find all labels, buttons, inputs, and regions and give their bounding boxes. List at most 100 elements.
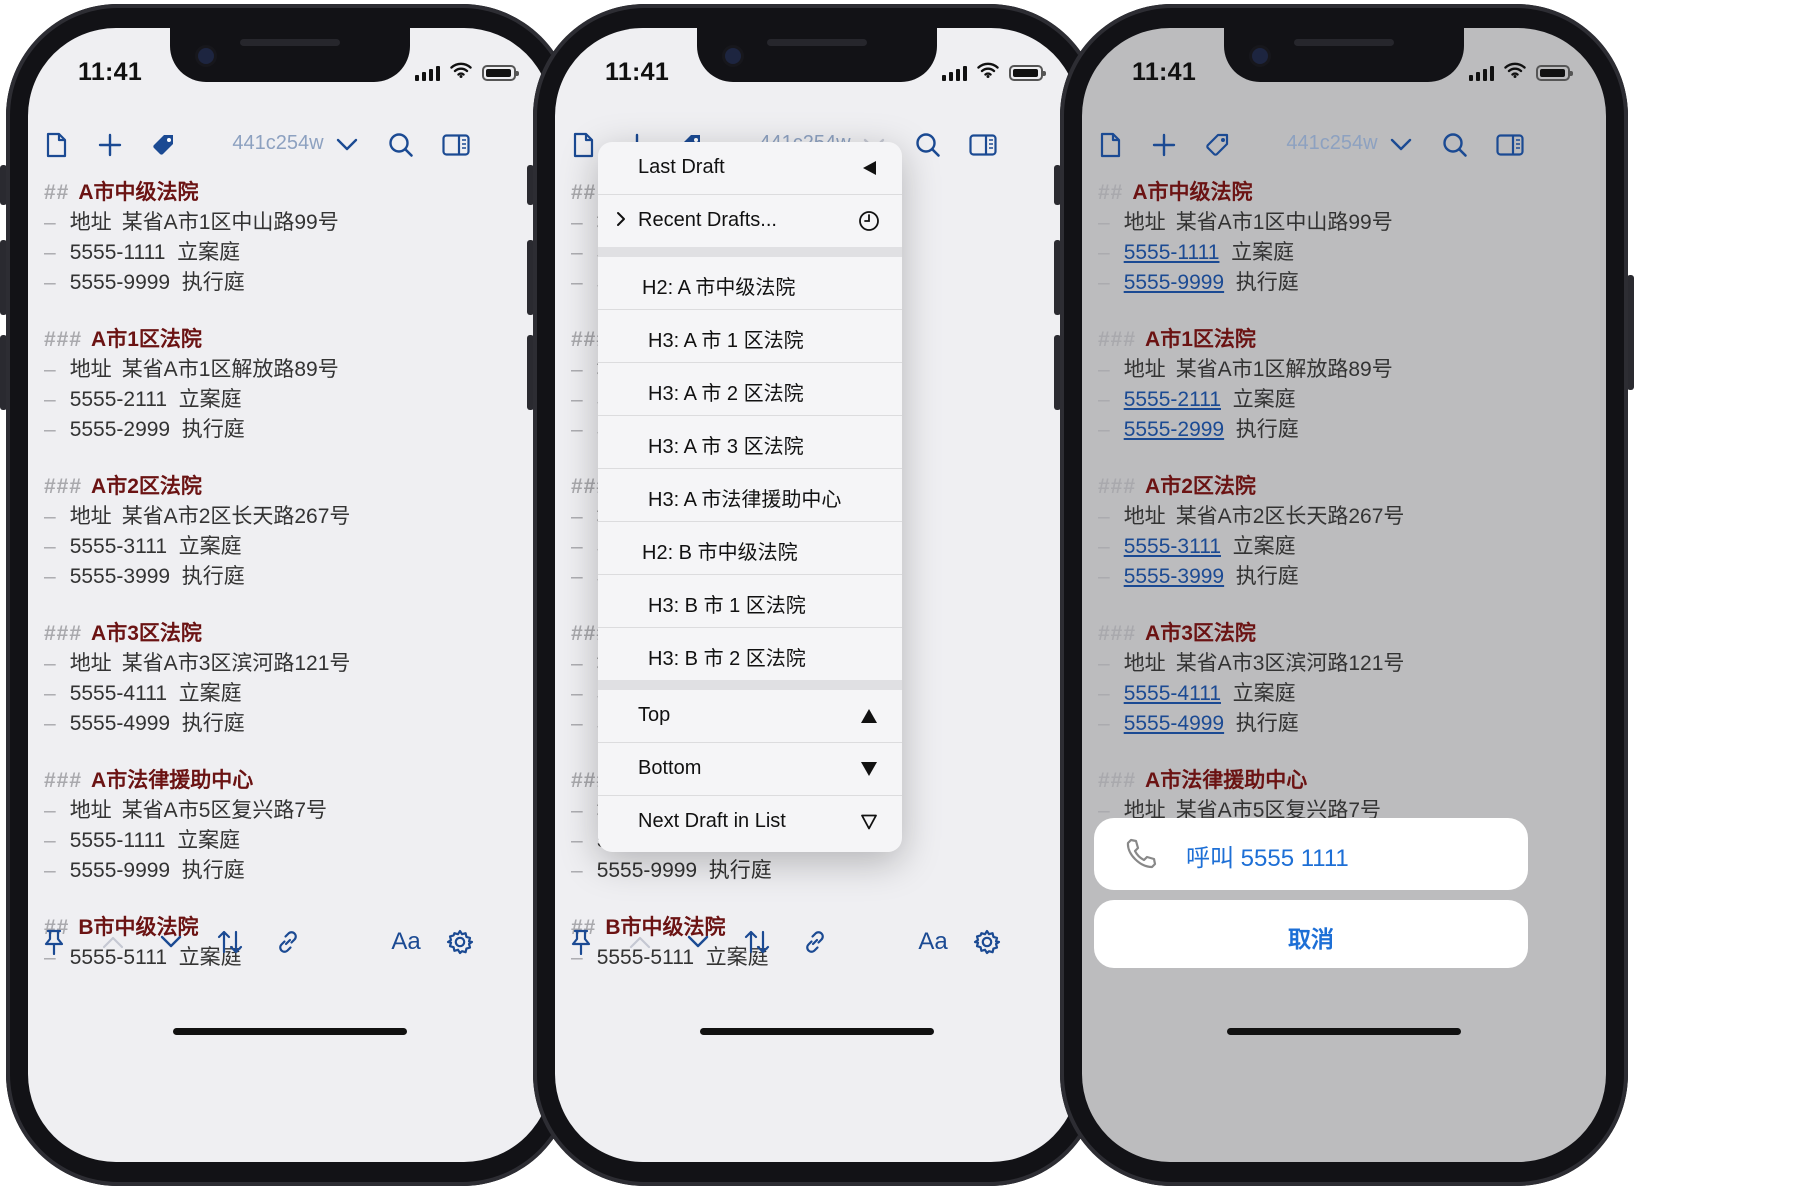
list-bullet: – — [571, 241, 583, 264]
list-bullet: – — [1098, 241, 1110, 264]
font-label: Aa — [918, 928, 948, 955]
menu-item-label: Top — [638, 704, 671, 726]
wifi-icon — [977, 62, 999, 83]
search-button[interactable] — [381, 124, 421, 166]
link-icon — [279, 931, 297, 953]
scroll-down-button[interactable] — [676, 920, 720, 964]
phone-number[interactable]: 5555-4111 — [1124, 682, 1221, 705]
list-bullet: – — [44, 712, 56, 735]
document-icon — [46, 132, 67, 158]
cancel-button[interactable]: 取消 — [1094, 900, 1528, 968]
scroll-up-button[interactable] — [91, 920, 135, 964]
gear-icon — [446, 929, 474, 955]
phone-desc: 执行庭 — [708, 859, 772, 882]
menu-item[interactable]: H3: A 市 3 区法院 — [598, 416, 902, 469]
list-bullet: – — [571, 652, 583, 675]
tag-button[interactable] — [144, 124, 184, 166]
triangle-left-icon — [858, 156, 880, 180]
document-button[interactable] — [1090, 124, 1130, 166]
sidebar-button[interactable] — [1490, 124, 1530, 166]
list-item: –地址某省A市3区滨河路121号 — [1082, 649, 1606, 679]
link-button[interactable] — [266, 920, 310, 964]
menu-item[interactable]: Recent Drafts... — [598, 195, 902, 247]
sidebar-icon — [969, 134, 997, 156]
phone-desc: 执行庭 — [1235, 565, 1299, 588]
settings-button[interactable] — [438, 920, 482, 964]
font-settings-button[interactable]: Aa — [907, 920, 959, 964]
battery-icon — [1009, 64, 1046, 81]
chevron-down-icon — [687, 935, 709, 948]
new-draft-button[interactable] — [90, 124, 130, 166]
menu-item[interactable]: Next Draft in List — [598, 796, 902, 848]
document-button[interactable] — [563, 124, 603, 166]
bottom-toolbar: Aa — [28, 920, 552, 964]
sort-button[interactable] — [208, 920, 252, 964]
phone-number[interactable]: 5555-9999 — [1124, 271, 1224, 294]
phone-number[interactable]: 5555-2111 — [1124, 388, 1221, 411]
sidebar-button[interactable] — [436, 124, 476, 166]
list-bullet: – — [1098, 712, 1110, 735]
heading-text: A市中级法院 — [1132, 181, 1253, 204]
address-label: 地址 — [69, 358, 112, 381]
new-draft-button[interactable] — [1144, 124, 1184, 166]
document-button[interactable] — [36, 124, 76, 166]
settings-button[interactable] — [965, 920, 1009, 964]
pin-button[interactable] — [32, 920, 76, 964]
sidebar-button[interactable] — [963, 124, 1003, 166]
list-item: –5555-3999 执行庭 — [1082, 562, 1606, 592]
list-bullet: – — [1098, 505, 1110, 528]
address-label: 地址 — [69, 799, 112, 822]
pin-button[interactable] — [559, 920, 603, 964]
list-bullet: – — [44, 652, 56, 675]
scroll-up-button[interactable] — [618, 920, 662, 964]
menu-item[interactable]: Bottom — [598, 743, 902, 796]
heading-text: A市1区法院 — [91, 328, 202, 351]
section-heading: ### A市2区法院 — [28, 472, 552, 502]
notch — [697, 28, 937, 82]
tag-button[interactable] — [1198, 124, 1238, 166]
bottom-toolbar: Aa — [555, 920, 1079, 964]
link-button[interactable] — [793, 920, 837, 964]
scroll-down-button[interactable] — [149, 920, 193, 964]
phone-number[interactable]: 5555-1111 — [1124, 241, 1220, 264]
menu-item[interactable]: H3: A 市法律援助中心 — [598, 469, 902, 522]
home-indicator — [700, 1028, 934, 1035]
address-label: 地址 — [69, 652, 112, 675]
phone-number[interactable]: 5555-4999 — [1124, 712, 1224, 735]
search-button[interactable] — [1435, 124, 1475, 166]
heading-text: A市3区法院 — [1145, 622, 1256, 645]
menu-item[interactable]: H2: B 市中级法院 — [598, 522, 902, 575]
search-button[interactable] — [908, 124, 948, 166]
menu-item-label: H3: B 市 2 区法院 — [648, 648, 806, 670]
menu-item[interactable]: H3: B 市 1 区法院 — [598, 575, 902, 628]
phone-number[interactable]: 5555-3111 — [1124, 535, 1221, 558]
menu-item[interactable]: H3: A 市 2 区法院 — [598, 363, 902, 416]
list-bullet: – — [44, 358, 56, 381]
heading-marker: ### — [44, 622, 83, 645]
gear-icon — [973, 929, 1001, 955]
menu-item[interactable]: Last Draft — [598, 142, 902, 195]
phone-number[interactable]: 5555-2999 — [1124, 418, 1224, 441]
menu-item[interactable]: H3: A 市 1 区法院 — [598, 310, 902, 363]
document-icon — [1100, 132, 1121, 158]
menu-item[interactable]: H2: A 市中级法院 — [598, 257, 902, 310]
section-heading: ### A市1区法院 — [1082, 325, 1606, 355]
call-sheet-button[interactable]: 呼叫 5555 1111 — [1094, 818, 1528, 890]
navigate-menu-button[interactable] — [1381, 124, 1421, 166]
phone-desc: 立案庭 — [177, 241, 241, 264]
sort-button[interactable] — [735, 920, 779, 964]
phone-number: 5555-1111 — [69, 241, 166, 264]
tag-icon — [1206, 133, 1229, 156]
menu-item[interactable]: Top — [598, 690, 902, 743]
status-time: 11:41 — [78, 58, 143, 86]
pin-icon — [44, 929, 64, 955]
phone-number[interactable]: 5555-3999 — [1124, 565, 1224, 588]
font-settings-button[interactable]: Aa — [380, 920, 432, 964]
navigate-menu-button[interactable] — [327, 124, 367, 166]
list-bullet: – — [571, 358, 583, 381]
list-item: –地址某省A市2区长天路267号 — [28, 502, 552, 532]
menu-item[interactable]: H3: B 市 2 区法院 — [598, 628, 902, 680]
